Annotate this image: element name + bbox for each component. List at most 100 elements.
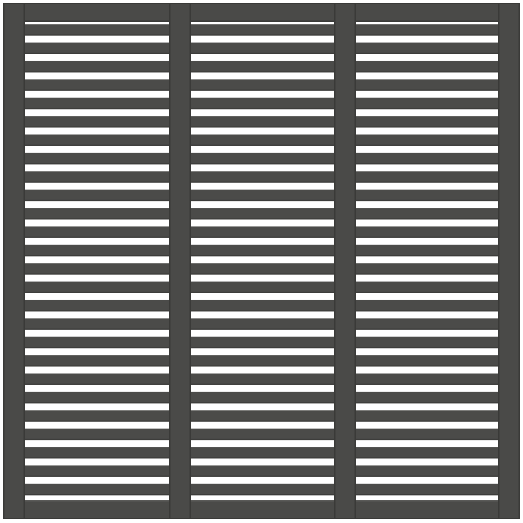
fence-slat (189, 152, 336, 165)
fence-slat-shadow (189, 126, 336, 128)
fence-slat-shadow (354, 365, 500, 367)
fence-slat (23, 391, 171, 404)
fence-slat-shadow (354, 438, 500, 441)
fence-slat (23, 171, 171, 183)
fence-slat (189, 116, 336, 128)
fence-slat-shadow (23, 383, 171, 385)
fence-slat-shadow (23, 457, 171, 459)
fence-slat-shadow (23, 475, 171, 477)
fence-post-edge (169, 3, 171, 519)
fence-slat (189, 244, 336, 257)
fence-slat (189, 447, 336, 459)
fence-slat (23, 134, 171, 146)
fence-slat (23, 447, 171, 459)
fence-panel (3, 3, 520, 519)
fence-slat (23, 79, 171, 91)
fence-slat (354, 447, 500, 459)
fence-slat (23, 410, 171, 422)
fence-post-edge (23, 3, 25, 519)
fence-slat-shadow (189, 457, 336, 459)
fence-slat-shadow (189, 328, 336, 330)
slat-group (23, 24, 500, 496)
fence-slat-shadow (23, 163, 171, 165)
fence-slat (354, 226, 500, 238)
fence-slat-shadow (189, 71, 336, 73)
fence-slat-shadow (354, 52, 500, 54)
fence-slat (189, 189, 336, 202)
fence-slat-shadow (189, 420, 336, 422)
fence-slat-shadow (189, 273, 336, 275)
fence-slat-shadow (189, 346, 336, 349)
fence-slat-shadow (354, 457, 500, 459)
fence-slat-shadow (189, 218, 336, 220)
fence-slat (354, 24, 500, 36)
fence-slat (354, 189, 500, 202)
fence-slat (23, 336, 171, 349)
fence-slat-shadow (189, 383, 336, 385)
fence-slat-shadow (23, 438, 171, 441)
fence-slat-shadow (354, 89, 500, 91)
fence-slat-shadow (23, 420, 171, 422)
fence-slat (354, 244, 500, 257)
fence-slat (23, 60, 171, 73)
fence-slat-shadow (354, 144, 500, 146)
fence-slat (23, 208, 171, 220)
fence-slat (354, 208, 500, 220)
fence-slat-shadow (354, 328, 500, 330)
fence-post (169, 3, 191, 519)
fence-slat (189, 410, 336, 422)
fence-slat-shadow (189, 144, 336, 146)
fence-slat (354, 355, 500, 367)
fence-slat (189, 281, 336, 293)
fence-slat-shadow (23, 107, 171, 110)
fence-slat (23, 465, 171, 477)
fence-slat (23, 24, 171, 36)
fence-post-edge (354, 3, 356, 519)
fence-slat-shadow (189, 236, 336, 238)
fence-slat-shadow (354, 383, 500, 385)
fence-post-edge (189, 3, 191, 519)
fence-slat-shadow (354, 291, 500, 293)
fence-slat (354, 263, 500, 275)
fence-slat (23, 42, 171, 54)
fence-slat (189, 355, 336, 367)
fence-slat-shadow (23, 346, 171, 349)
fence-slat-shadow (354, 163, 500, 165)
fence-slat-shadow (23, 255, 171, 257)
fence-slat-shadow (354, 346, 500, 349)
fence-slat (354, 336, 500, 349)
fence-slat-shadow (354, 71, 500, 73)
fence-top-rail (3, 3, 520, 22)
fence-slat (23, 116, 171, 128)
fence-post (334, 3, 356, 519)
fence-slat (23, 355, 171, 367)
fence-slat (354, 428, 500, 441)
fence-slat-shadow (354, 236, 500, 238)
fence-slat-shadow (23, 236, 171, 238)
fence-post (498, 3, 520, 519)
fence-slat (354, 465, 500, 477)
fence-slat (189, 226, 336, 238)
fence-slat-shadow (189, 255, 336, 257)
fence-slat-shadow (189, 163, 336, 165)
image-stage (0, 0, 523, 523)
fence-slat (189, 60, 336, 73)
fence-slat-shadow (23, 328, 171, 330)
fence-slat-shadow (354, 107, 500, 110)
fence-post-edge (498, 3, 500, 519)
fence-slat (354, 318, 500, 330)
fence-slat (354, 79, 500, 91)
fence-slat-shadow (23, 291, 171, 293)
fence-slat (189, 79, 336, 91)
fence-slat (189, 263, 336, 275)
fence-top-rail-edge (3, 20, 520, 22)
fence-slat-shadow (189, 494, 336, 496)
fence-slat-shadow (189, 34, 336, 36)
fence-slat-shadow (189, 475, 336, 477)
fence-slat (23, 263, 171, 275)
fence-slat (189, 42, 336, 54)
fence-slat (23, 281, 171, 293)
fence-slat-shadow (23, 181, 171, 183)
fence-slat (354, 152, 500, 165)
fence-slat (354, 134, 500, 146)
